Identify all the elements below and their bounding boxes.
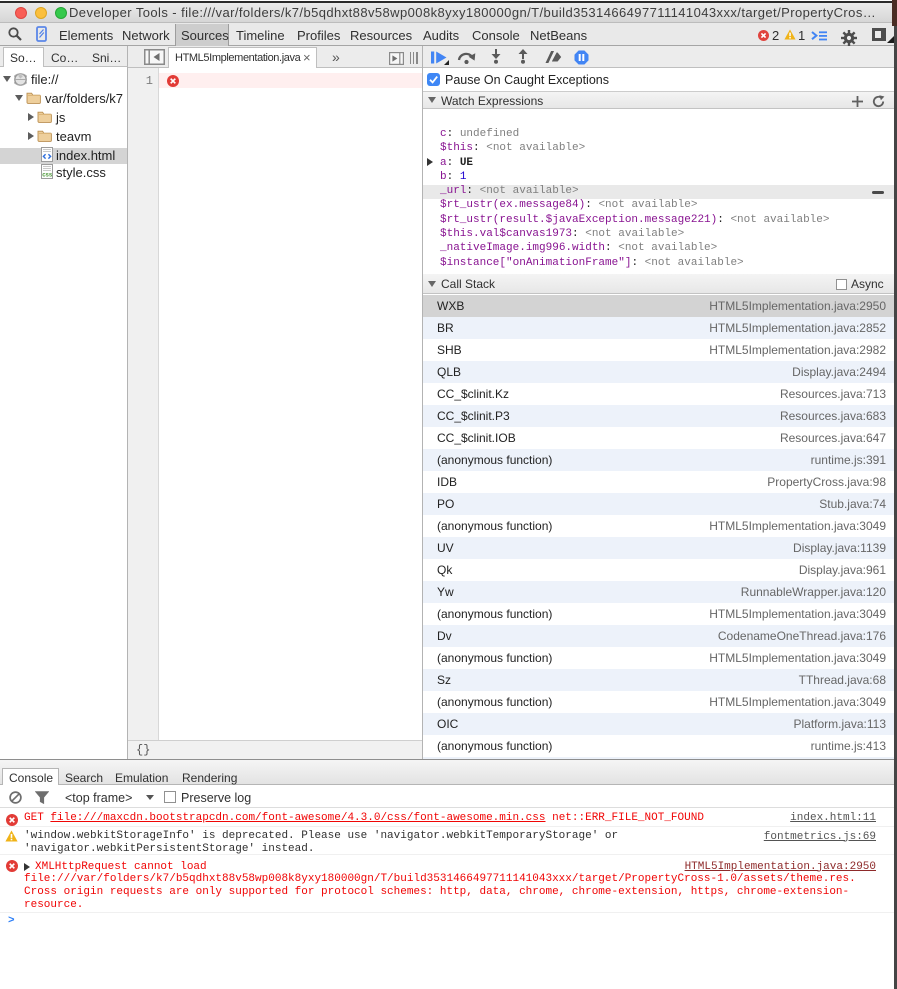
svg-text:css: css xyxy=(42,173,53,179)
